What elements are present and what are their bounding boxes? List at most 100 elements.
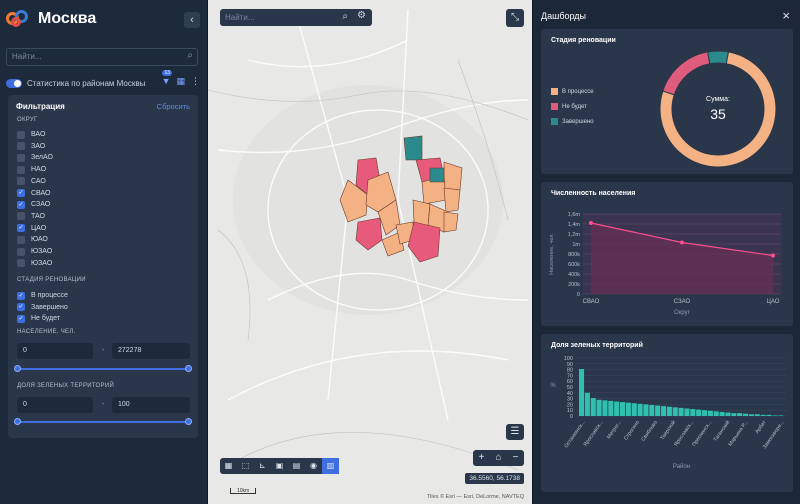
fullscreen-button[interactable]: ⤡ [506,9,524,27]
checkbox-box[interactable]: ✓ [17,303,25,312]
bar-chart: 0102030405060708090100Останкинск...Яросл… [550,356,786,470]
district-checkbox[interactable]: ✓ СЗАО [17,199,50,210]
bar [614,401,620,416]
y-axis-label: Население, чел. [549,233,555,275]
stage-checkbox[interactable]: ✓ Завершено [17,302,68,313]
region-shape[interactable] [429,167,445,183]
layer-search-input[interactable]: Найти... ⌕ [6,48,198,66]
close-dashboard-icon[interactable]: × [782,8,790,23]
checkbox-box[interactable] [17,247,25,256]
district-checkbox[interactable]: ЮАО [17,234,48,245]
bar-card: Доля зеленых территорий 0 10 20 30 40 50 60 70 8… [541,334,793,492]
donut-sum-label: Сумма: [706,96,730,103]
bar [713,411,719,416]
search-icon: ⌕ [187,50,193,61]
checkbox-box[interactable] [17,235,25,244]
brand: Москва [6,8,96,30]
checkbox-box[interactable]: ✓ [17,314,25,323]
select-tool-icon[interactable]: ⬚ [237,458,254,474]
table-tool-icon[interactable]: ▤ [288,458,305,474]
grid-tool-icon[interactable]: ▦ [220,458,237,474]
filter-icon[interactable]: ▼ [162,76,171,87]
search-icon[interactable]: ⌕ [342,11,348,22]
x-tick-label: Свиблово [640,420,659,443]
district-checkbox[interactable]: ТАО [17,211,45,222]
map-search-input[interactable]: Найти... ⌕ ⚙ [220,9,372,26]
checkbox-box[interactable]: ✓ [17,189,25,197]
district-checkbox[interactable]: ЗАО [17,141,45,152]
district-checkbox[interactable]: ✓ СВАО [17,188,50,199]
chart-tool-icon[interactable]: ▥ [322,458,339,474]
checkbox-box[interactable] [17,142,25,151]
district-checkbox[interactable]: ЗелАО [17,152,53,163]
checkbox-box[interactable]: ✓ [17,291,25,300]
y-tick-label: 10 [567,408,573,414]
green-slider[interactable] [14,418,192,425]
scale-bar: 10km [230,488,257,494]
settings-gear-icon[interactable]: ⚙ [357,10,366,21]
checkbox-label: Не будет [31,315,60,323]
region-shape[interactable] [403,135,423,161]
bar [579,369,585,416]
green-section-label: ДОЛЯ ЗЕЛЕНЫХ ТЕРРИТОРИЙ [17,383,115,389]
stage-section-label: СТАДИЯ РЕНОВАЦИИ [17,277,86,283]
slider-handle-max[interactable] [185,365,192,372]
layers-tool-icon[interactable]: ▣ [271,458,288,474]
bar [608,400,614,416]
slider-handle-max[interactable] [185,418,192,425]
reset-filter-button[interactable]: Сбросить [157,102,190,111]
table-icon[interactable]: ▦ [176,76,185,87]
slider-handle-min[interactable] [14,365,21,372]
y-tick-label: 1,2m [568,232,581,238]
checkbox-box[interactable] [17,130,25,139]
map-view[interactable]: Найти... ⌕ ⚙ ⤡ ☰ + ⌂ − 36.5560, 56.1738 … [208,0,532,504]
checkbox-box[interactable] [17,153,25,162]
district-checkbox[interactable]: ЮЗАО [17,246,52,257]
layer-visibility-toggle[interactable] [6,78,22,88]
stage-checkbox[interactable]: ✓ Не будет [17,313,60,324]
checkbox-box[interactable]: ✓ [17,224,25,233]
x-tick-label: Арбат [754,419,768,435]
locate-tool-icon[interactable]: ◉ [305,458,322,474]
y-tick-label: 0 [570,414,573,420]
checkbox-box[interactable] [17,177,25,186]
home-button[interactable]: ⌂ [490,450,507,466]
stage-checkbox[interactable]: ✓ В процессе [17,290,68,301]
district-checkbox[interactable]: НАО [17,164,46,175]
search-placeholder: Найти... [12,52,42,61]
population-min-input[interactable]: 0 [17,343,93,359]
district-checkbox[interactable]: ✓ ЦАО [17,223,46,234]
population-slider[interactable] [14,365,192,372]
checkbox-box[interactable]: ✓ [17,200,25,209]
dashboard-panel: Дашборды × Стадия реновации В процессе Не… [532,0,800,504]
bar [725,412,731,416]
more-icon[interactable]: ⋮ [191,76,200,87]
map-toolbar: ▦ ⬚ ⊾ ▣ ▤ ◉ ▥ [220,458,339,474]
checkbox-label: СВАО [31,189,51,197]
region-shape[interactable] [443,211,459,233]
zoom-in-button[interactable]: + [473,450,490,466]
zoom-out-button[interactable]: − [507,450,524,466]
district-checkbox[interactable]: ВАО [17,129,45,140]
map-canvas[interactable] [208,0,532,504]
y-tick-label: 200k [568,282,580,288]
region-shape[interactable] [443,187,461,213]
bar [737,413,743,416]
checkbox-label: ВАО [31,131,46,138]
green-min-input[interactable]: 0 [17,397,93,413]
slider-handle-min[interactable] [14,418,21,425]
legend-list-button[interactable]: ☰ [506,424,524,440]
green-max-input[interactable]: 100 [112,397,190,413]
district-checkbox[interactable]: ЮЗАО [17,258,52,269]
bar [731,413,737,416]
collapse-panel-button[interactable]: ‹ [184,12,200,28]
checkbox-box[interactable] [17,212,25,221]
map-attribution: Tiles © Esri — Esri, DeLorme, NAVTEQ [427,494,524,500]
measure-tool-icon[interactable]: ⊾ [254,458,271,474]
y-tick-label: 50 [567,385,573,391]
checkbox-box[interactable] [17,165,25,174]
checkbox-label: НАО [31,166,47,174]
district-checkbox[interactable]: САО [17,176,46,187]
population-max-input[interactable]: 272278 [112,343,190,359]
checkbox-box[interactable] [17,259,25,268]
